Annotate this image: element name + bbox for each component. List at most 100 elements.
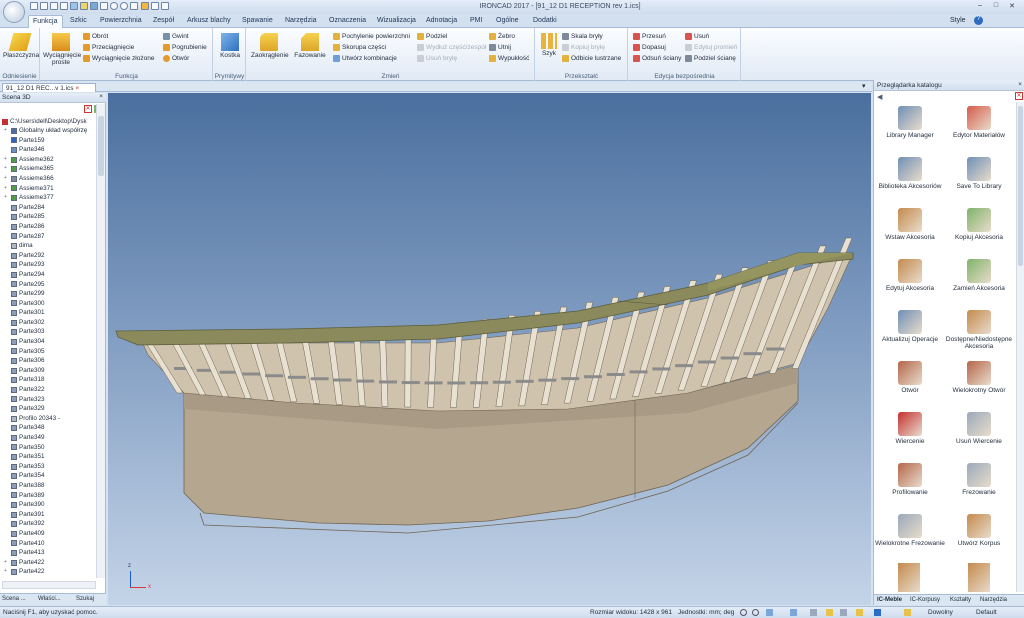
- light-icon[interactable]: [856, 609, 863, 616]
- tree-item[interactable]: Parte302: [0, 318, 96, 328]
- tab-szkic[interactable]: Szkic: [66, 15, 91, 28]
- tab-ic-korpusy[interactable]: IC-Korpusy: [910, 597, 940, 603]
- tree-item[interactable]: Parte301: [0, 308, 96, 318]
- usun-button[interactable]: Usuń: [685, 31, 709, 41]
- catalog-item[interactable]: Edytuj Akcesoria: [875, 257, 945, 307]
- tab-powierzchnia[interactable]: Powierzchnia: [96, 15, 146, 28]
- tree-item[interactable]: Parte309: [0, 366, 96, 376]
- odsun-sciany-button[interactable]: Odsuń ściany: [633, 53, 681, 63]
- scroll-thumb[interactable]: [1018, 106, 1023, 266]
- zoom-window-icon[interactable]: [752, 609, 759, 616]
- tree-item[interactable]: dima: [0, 241, 96, 251]
- tree-item[interactable]: Parte295: [0, 280, 96, 290]
- close-icon[interactable]: ×: [99, 93, 103, 100]
- render-icon[interactable]: [130, 2, 138, 10]
- tab-ogolne[interactable]: Ogólne: [492, 15, 523, 28]
- tab-scena[interactable]: Scena ...: [2, 596, 26, 602]
- tree-item[interactable]: Parte306: [0, 356, 96, 366]
- expand-icon[interactable]: +: [4, 558, 9, 568]
- tab-dodatki[interactable]: Dodatki: [529, 15, 561, 28]
- przeciagniecie-button[interactable]: Przeciągnięcie: [83, 42, 134, 52]
- tab-adnotacja[interactable]: Adnotacja: [422, 15, 461, 28]
- catalog-item[interactable]: Aktualizuj Operacje: [875, 308, 945, 358]
- catalog-item[interactable]: Edytor Materiałów: [944, 104, 1014, 154]
- print-icon[interactable]: [100, 2, 108, 10]
- tab-wlasciwosci[interactable]: Właści...: [38, 596, 61, 602]
- catalog-item[interactable]: Wielokrotny Otwór: [944, 359, 1014, 409]
- fazowanie-button[interactable]: Fazowanie: [293, 30, 327, 59]
- tree-item[interactable]: + Assieme377: [0, 193, 96, 203]
- wyciagniecie-zlozone-button[interactable]: Wyciągnięcie złożone: [83, 53, 154, 63]
- tab-narzedzia[interactable]: Narzędzia: [980, 597, 1007, 603]
- expand-icon[interactable]: +: [4, 126, 9, 136]
- tree-item[interactable]: Parte410: [0, 539, 96, 549]
- tree-item[interactable]: Parte329: [0, 404, 96, 414]
- tab-wizualizacja[interactable]: Wizualizacja: [373, 15, 420, 28]
- tab-ic-meble[interactable]: IC-Meble: [877, 597, 902, 603]
- view-icon[interactable]: [766, 609, 773, 616]
- save-icon[interactable]: [90, 2, 98, 10]
- tree-item[interactable]: Parte318: [0, 375, 96, 385]
- wypuklosc-button[interactable]: Wypukłość: [489, 53, 529, 63]
- zebro-button[interactable]: Żebro: [489, 31, 515, 41]
- tree-item[interactable]: Parte286: [0, 222, 96, 232]
- skorupa-button[interactable]: Skorupa części: [333, 42, 386, 52]
- kopiuj-bryle-button[interactable]: Kopiuj bryłę: [562, 42, 605, 52]
- catalog-item[interactable]: Library Manager: [875, 104, 945, 154]
- close-all-icon[interactable]: [50, 2, 58, 10]
- otwor-button[interactable]: Otwór: [163, 53, 189, 63]
- close-icon[interactable]: ×: [1018, 81, 1022, 88]
- 3d-viewport[interactable]: z x: [108, 93, 871, 605]
- tab-oznaczenia[interactable]: Oznaczenia: [325, 15, 370, 28]
- horizontal-scrollbar[interactable]: [2, 581, 96, 589]
- scrollbar[interactable]: [96, 104, 105, 578]
- close-file-icon[interactable]: [40, 2, 48, 10]
- scroll-thumb[interactable]: [98, 116, 104, 176]
- tab-spawanie[interactable]: Spawanie: [238, 15, 277, 28]
- tab-pmi[interactable]: PMI: [466, 15, 486, 28]
- application-menu-button[interactable]: [3, 1, 25, 23]
- catalog-item[interactable]: Utwórz Korpus: [944, 512, 1014, 562]
- szyk-button[interactable]: Szyk: [538, 30, 560, 57]
- tree-item[interactable]: Parte299: [0, 289, 96, 299]
- kostka-button[interactable]: Kostka: [214, 30, 246, 59]
- select-icon[interactable]: [151, 2, 159, 10]
- new-file-icon[interactable]: [30, 2, 38, 10]
- catalog-item[interactable]: Wstaw Akcesoria: [875, 206, 945, 256]
- new-drawing-icon[interactable]: [60, 2, 68, 10]
- status-default[interactable]: Default: [976, 609, 997, 616]
- tools-icon[interactable]: [161, 2, 169, 10]
- utworz-kombinacje-button[interactable]: Utwórz kombinacje: [333, 53, 397, 63]
- podziel-button[interactable]: Podziel: [417, 31, 447, 41]
- tree-item[interactable]: Parte353: [0, 462, 96, 472]
- tree-item[interactable]: Parte287: [0, 232, 96, 242]
- tab-narzedzia[interactable]: Narzędzia: [281, 15, 321, 28]
- back-arrow-icon[interactable]: ◀: [877, 93, 882, 101]
- expand-icon[interactable]: +: [4, 155, 9, 165]
- tab-zespol[interactable]: Zespół: [149, 15, 178, 28]
- bench-model[interactable]: [108, 93, 871, 605]
- status-mode[interactable]: Dowolny: [928, 609, 953, 616]
- catalog-item[interactable]: Wielokrotne Frezowanie: [875, 512, 945, 562]
- new-scene-icon[interactable]: [70, 2, 78, 10]
- tree-item[interactable]: Parte293: [0, 260, 96, 270]
- catalog-item[interactable]: Wiercenie: [875, 410, 945, 460]
- catalog-item[interactable]: Profilowanie: [875, 461, 945, 511]
- pochylenie-button[interactable]: Pochylenie powierzchni: [333, 31, 410, 41]
- catalog-item[interactable]: Otwór: [875, 359, 945, 409]
- dopasuj-button[interactable]: Dopasuj: [633, 42, 666, 52]
- tree-item[interactable]: Parte294: [0, 270, 96, 280]
- przesun-button[interactable]: Przesuń: [633, 31, 666, 41]
- close-icon[interactable]: ×: [75, 85, 79, 92]
- tree-item[interactable]: Parte413: [0, 548, 96, 558]
- plaszczyzna-button[interactable]: Płaszczyzna: [3, 30, 39, 59]
- cursor-icon[interactable]: [904, 609, 911, 616]
- tab-arkusz-blachy[interactable]: Arkusz blachy: [183, 15, 235, 28]
- tree-item[interactable]: Parte354: [0, 471, 96, 481]
- shading-icon[interactable]: [826, 609, 833, 616]
- expand-icon[interactable]: +: [4, 193, 9, 203]
- expand-icon[interactable]: +: [4, 164, 9, 174]
- tree-item[interactable]: Parte388: [0, 481, 96, 491]
- tree-item[interactable]: Parte284: [0, 203, 96, 213]
- tree-item[interactable]: Parte304: [0, 337, 96, 347]
